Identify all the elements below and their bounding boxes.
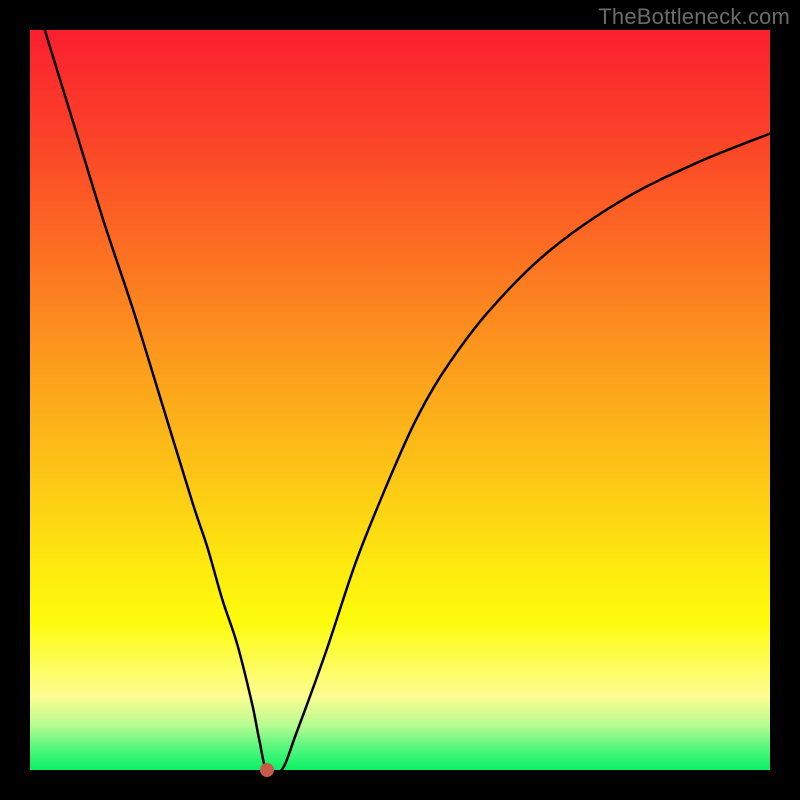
plot-area <box>30 30 770 770</box>
watermark-text: TheBottleneck.com <box>598 4 790 30</box>
minimum-marker <box>260 763 274 777</box>
chart-frame: TheBottleneck.com <box>0 0 800 800</box>
bottleneck-curve <box>30 30 770 770</box>
